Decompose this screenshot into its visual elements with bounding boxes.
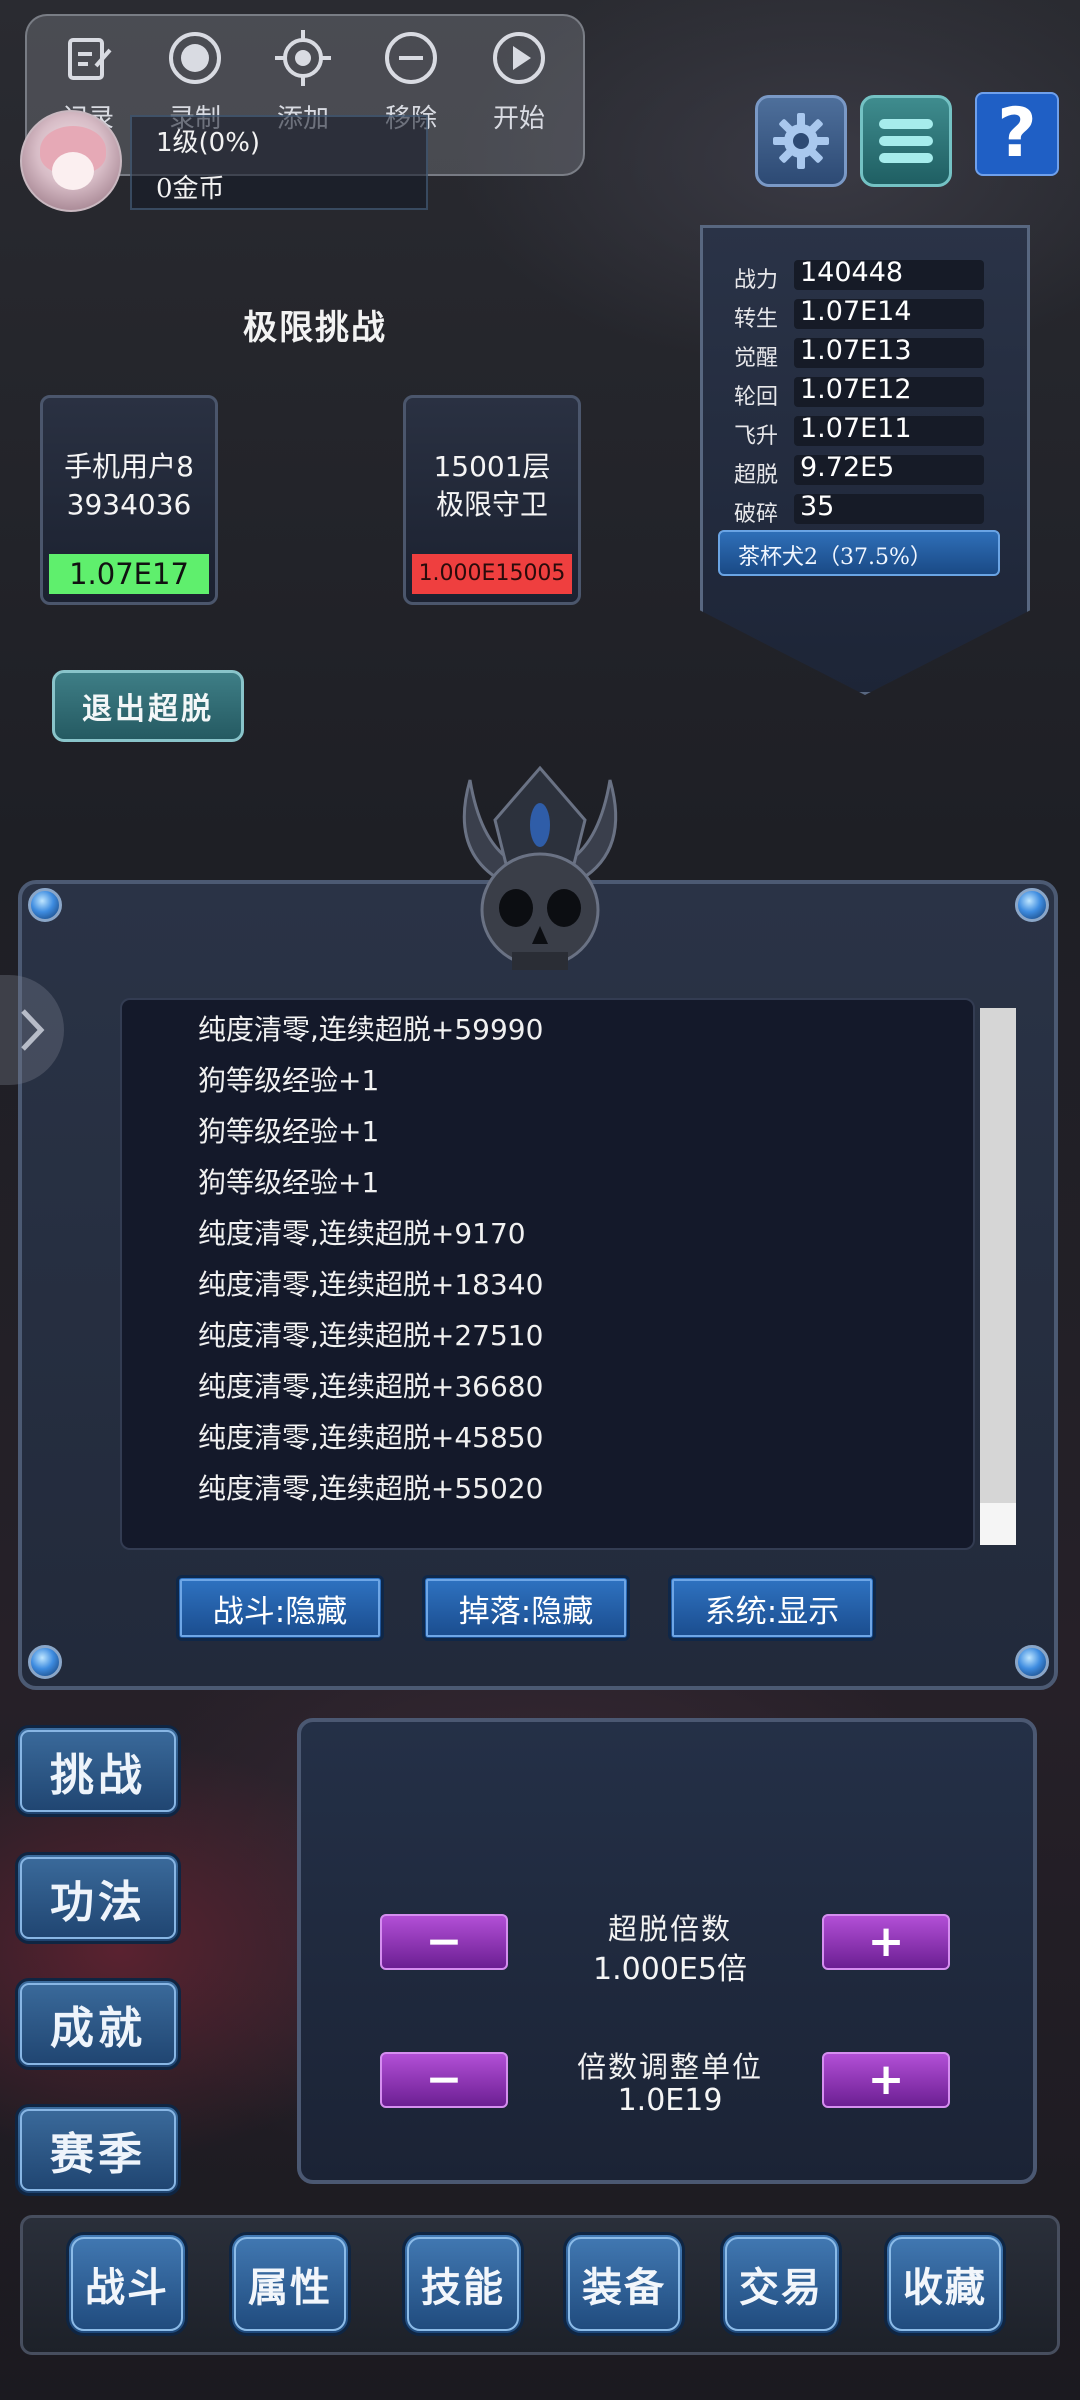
log-line: 纯度清零,连续超脱+36680 [198,1370,544,1403]
stat-label: 转生 [734,307,779,332]
enemy-card: 15001层 极限守卫 1.000E15005 [403,395,581,605]
log-line: 狗等级经验+1 [198,1166,380,1199]
system-filter-button[interactable]: 系统:显示 [668,1575,876,1641]
plus-icon: + [867,1916,905,1967]
battle-filter-button[interactable]: 战斗:隐藏 [176,1575,384,1641]
season-menu-button[interactable]: 赛季 [15,2104,181,2196]
log-line: 狗等级经验+1 [198,1115,380,1148]
player-gold: 0金币 [156,174,225,204]
crosshair-icon [275,30,331,86]
skull-emblem-icon [462,765,618,970]
log-line: 纯度清零,连续超脱+18340 [198,1268,544,1301]
play-icon [493,32,545,84]
log-line: 纯度清零,连续超脱+55020 [198,1472,544,1505]
unit-increase-button[interactable]: + [822,2052,950,2108]
nav-collection[interactable]: 收藏 [884,2232,1006,2336]
chevron-right-icon [21,1009,45,1051]
help-button[interactable]: ? [975,92,1059,176]
multiplier-increase-button[interactable]: + [822,1914,950,1970]
settings-button[interactable] [755,95,847,187]
log-line: 纯度清零,连续超脱+45850 [198,1421,544,1454]
log-line: 纯度清零,连续超脱+59990 [198,1013,544,1046]
challenge-title: 极限挑战 [243,308,387,348]
skill-method-menu-button[interactable]: 功法 [15,1852,181,1944]
unit-value: 1.0E19 [617,2083,723,2118]
unit-decrease-button[interactable]: − [380,2052,508,2108]
stat-value: 140448 [800,257,904,288]
nav-attributes[interactable]: 属性 [229,2232,351,2336]
avatar[interactable] [20,110,122,212]
stat-value: 9.72E5 [800,452,895,483]
stat-value: 35 [800,491,835,522]
stat-row-rebirth: 转生 1.07E14 [734,296,994,332]
help-icon: ? [997,94,1037,173]
plus-icon: + [867,2054,905,2105]
corner-gem [28,888,62,922]
stat-label: 轮回 [734,385,779,410]
recorder-start-label: 开始 [492,104,545,134]
unit-label: 倍数调整单位 [576,2050,763,2084]
main-menu-button[interactable] [860,95,952,187]
enemy-name: 15001层 极限守卫 [433,450,551,521]
multiplier-decrease-button[interactable]: − [380,1914,508,1970]
stat-label: 战力 [734,268,779,293]
multiplier-label: 超脱倍数 [607,1912,732,1946]
log-line: 纯度清零,连续超脱+9170 [198,1217,526,1250]
minus-icon: − [425,2054,463,2105]
edit-icon [68,38,112,80]
multiplier-value: 1.000E5倍 [593,1952,747,1987]
challenge-menu-button[interactable]: 挑战 [15,1725,181,1817]
stat-value: 1.07E14 [800,296,912,327]
nav-trade[interactable]: 交易 [720,2232,842,2336]
minus-icon: − [425,1916,463,1967]
enemy-power: 1.000E15005 [412,554,572,594]
pet-progress[interactable]: 茶杯犬2（37.5%） [718,530,1000,576]
recorder-start-button[interactable]: 开始 [469,30,569,150]
stat-label: 超脱 [734,463,779,488]
player-power: 1.07E17 [49,554,209,594]
achievement-menu-button[interactable]: 成就 [15,1978,181,2070]
corner-gem [1015,1645,1049,1679]
player-card: 手机用户8 3934036 1.07E17 [40,395,218,605]
log-line: 纯度清零,连续超脱+27510 [198,1319,544,1352]
minus-circle-icon [385,32,437,84]
menu-icon [879,119,933,163]
stat-label: 飞升 [734,424,779,449]
stat-row-ascension: 飞升 1.07E11 [734,413,994,449]
nav-battle[interactable]: 战斗 [66,2232,188,2336]
exit-transcend-button[interactable]: 退出超脱 [52,670,244,742]
stat-value: 1.07E13 [800,335,912,366]
stat-row-transcend: 超脱 9.72E5 [734,452,994,488]
stat-value: 1.07E12 [800,374,912,405]
player-name: 手机用户8 3934036 [64,450,194,521]
drop-filter-button[interactable]: 掉落:隐藏 [422,1575,630,1641]
player-level: 1级(0%) [156,128,261,158]
corner-gem [1015,888,1049,922]
nav-skills[interactable]: 技能 [402,2232,524,2336]
corner-gem [28,1645,62,1679]
pet-label: 茶杯犬2（37.5%） [738,545,932,570]
stat-row-combat-power: 战力 140448 [734,257,994,293]
stat-row-reincarnation: 轮回 1.07E12 [734,374,994,410]
stat-row-shatter: 破碎 35 [734,491,994,527]
stat-label: 破碎 [734,502,779,527]
log-scrollbar-thumb[interactable] [980,1008,1016,1503]
log-line: 狗等级经验+1 [198,1064,380,1097]
stat-value: 1.07E11 [800,413,912,444]
record-icon [169,32,221,84]
nav-equipment[interactable]: 装备 [563,2232,685,2336]
stat-row-awaken: 觉醒 1.07E13 [734,335,994,371]
gear-icon [773,113,829,169]
stat-label: 觉醒 [734,346,779,371]
